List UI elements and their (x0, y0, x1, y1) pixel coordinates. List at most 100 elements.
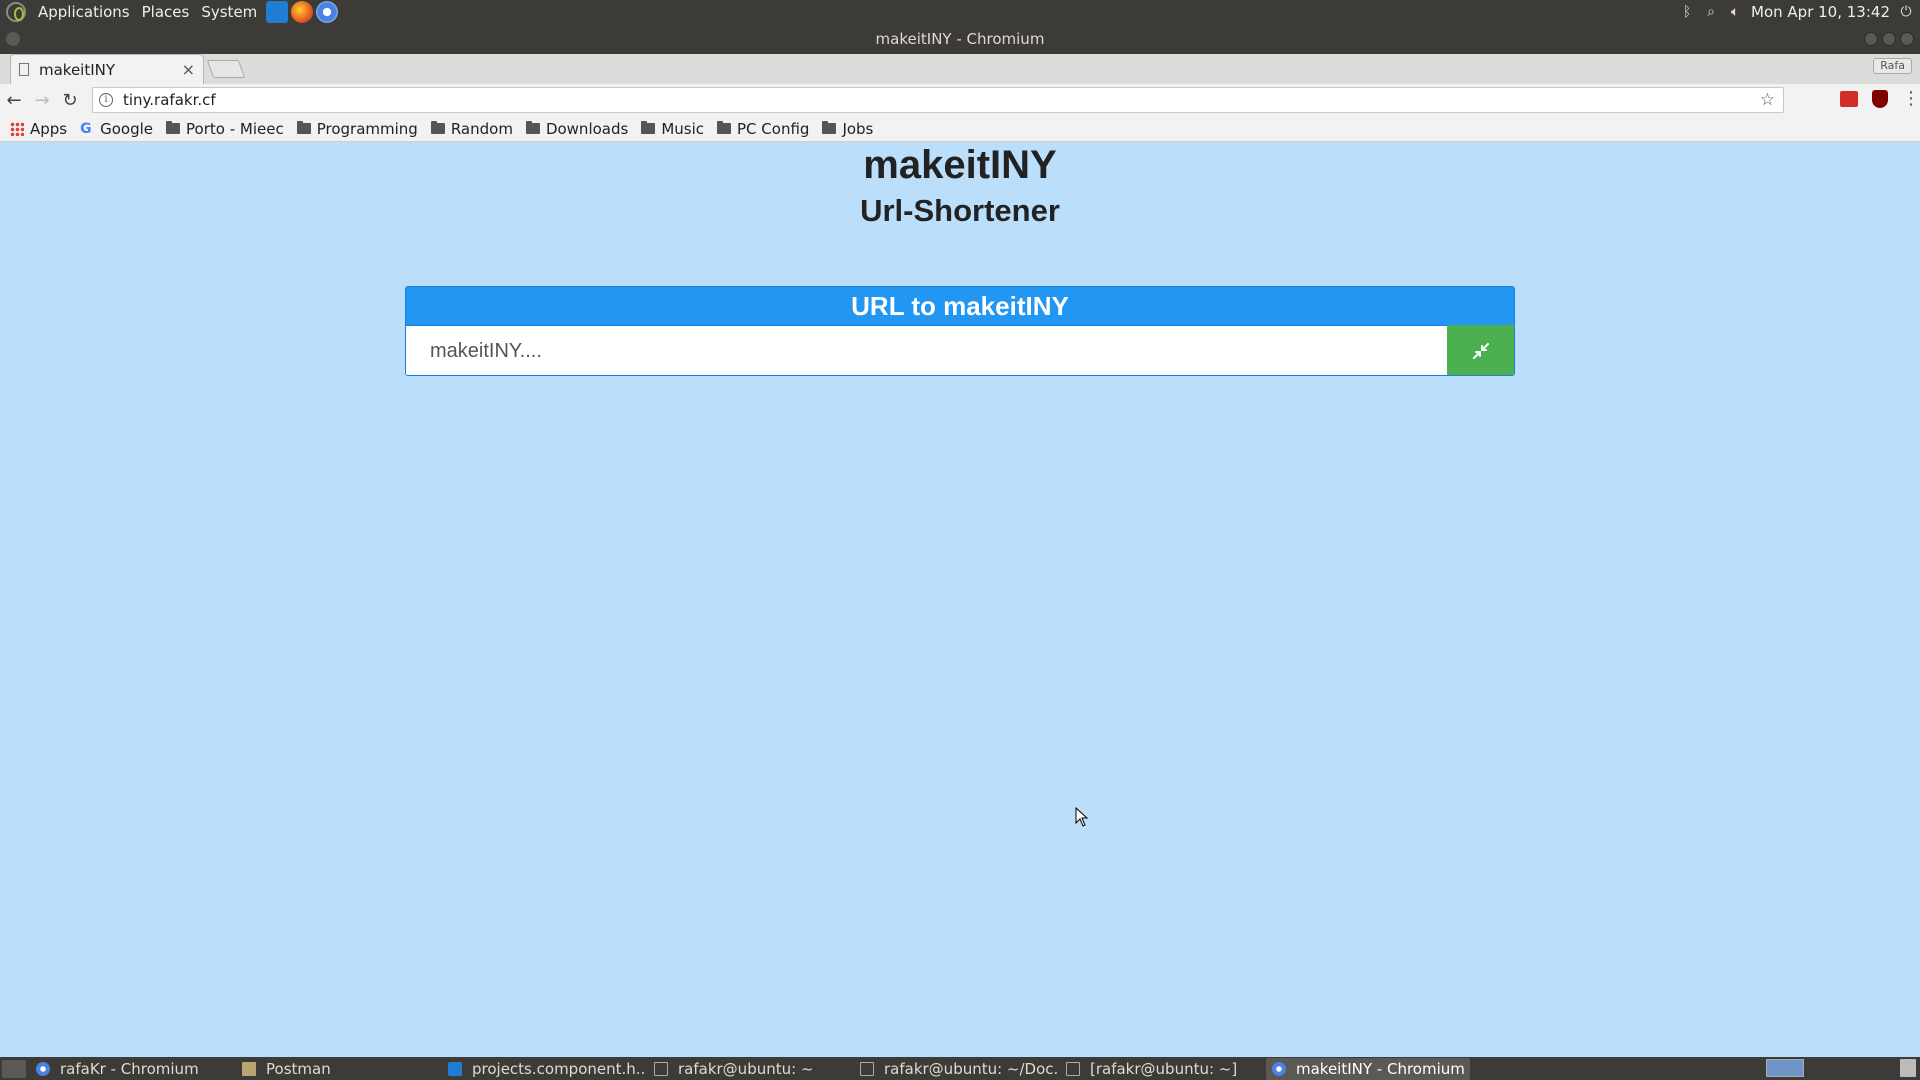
task-terminal-3[interactable]: [rafakr@ubuntu: ~] (1060, 1058, 1264, 1080)
close-window-icon[interactable] (1900, 32, 1914, 46)
bookmarks-bar: Apps G Google Porto - Mieec Programming R… (0, 116, 1920, 142)
task-vscode[interactable]: projects.component.h... (442, 1058, 646, 1080)
profile-button[interactable]: Rafa (1873, 58, 1912, 74)
google-icon: G (80, 120, 92, 137)
page-subtitle: Url-Shortener (860, 193, 1060, 228)
network-icon[interactable]: ⌕ (1703, 4, 1719, 20)
task-terminal-2[interactable]: rafakr@ubuntu: ~/Doc... (854, 1058, 1058, 1080)
firefox-launcher-icon[interactable] (291, 1, 314, 23)
panel-menu: Applications Places System (0, 0, 339, 24)
workspace-switcher[interactable] (1766, 1059, 1804, 1077)
taskbar: rafaKr - Chromium Postman projects.compo… (0, 1057, 1920, 1080)
terminal-icon (1066, 1061, 1080, 1076)
card-header: URL to makeitINY (406, 287, 1514, 325)
window-title: makeitINY - Chromium (875, 30, 1045, 48)
folder-icon (430, 121, 445, 134)
system-tray: ᛒ ⌕ 🔈︎ Mon Apr 10, 13:42 ⏻ (1679, 0, 1920, 24)
trash-icon[interactable] (1900, 1059, 1916, 1077)
clock[interactable]: Mon Apr 10, 13:42 (1751, 3, 1890, 21)
task-label: rafakr@ubuntu: ~/Doc... (884, 1059, 1058, 1078)
bookmark-folder-music[interactable]: Music (641, 120, 704, 138)
task-label: Postman (266, 1059, 331, 1078)
bookmark-star-icon[interactable]: ☆ (1760, 90, 1775, 110)
bookmark-google[interactable]: G Google (80, 120, 153, 138)
task-label: rafakr@ubuntu: ~ (678, 1059, 814, 1078)
vscode-icon (448, 1061, 462, 1076)
task-postman[interactable]: Postman (236, 1058, 440, 1080)
page-content: makeitINY Url-Shortener URL to makeitINY (0, 143, 1920, 1057)
mouse-cursor-icon (1075, 807, 1089, 827)
tab-title: makeitINY (39, 60, 116, 79)
page-icon (19, 63, 29, 76)
address-bar[interactable]: i tiny.rafakr.cf ☆ (92, 87, 1784, 113)
chromium-icon (1272, 1061, 1286, 1076)
task-label: rafaKr - Chromium (60, 1059, 199, 1078)
task-label: [rafakr@ubuntu: ~] (1090, 1059, 1238, 1078)
chromium-icon (36, 1061, 50, 1076)
url-input[interactable] (406, 325, 1448, 375)
extension-icons: ⋮ (1840, 88, 1920, 109)
minimize-icon[interactable] (1864, 32, 1878, 46)
task-chromium-rafakr[interactable]: rafaKr - Chromium (30, 1058, 234, 1080)
bookmark-folder-downloads[interactable]: Downloads (525, 119, 629, 138)
chromium-launcher-icon[interactable] (316, 1, 339, 23)
bookmark-label: Music (661, 119, 705, 138)
window-menu-icon[interactable] (6, 32, 20, 46)
top-panel: Applications Places System ᛒ ⌕ 🔈︎ Mon Ap… (0, 0, 1920, 24)
folder-icon (717, 121, 732, 134)
bookmark-apps[interactable]: Apps (10, 120, 67, 138)
volume-icon[interactable]: 🔈︎ (1727, 4, 1743, 20)
folder-icon (641, 121, 656, 134)
bookmark-label: Downloads (545, 119, 629, 138)
task-chromium-makeitiny[interactable]: makeitINY - Chromium (1266, 1057, 1470, 1080)
maximize-icon[interactable] (1882, 32, 1896, 46)
session-icon[interactable]: ⏻ (1898, 4, 1914, 20)
ubuntu-logo-icon (6, 2, 26, 22)
folder-icon (166, 121, 181, 134)
url-text[interactable]: tiny.rafakr.cf (123, 91, 216, 109)
bookmark-label: Programming (316, 119, 418, 138)
compress-icon (1472, 342, 1489, 359)
bookmark-folder-porto[interactable]: Porto - Mieec (166, 120, 284, 138)
new-tab-button[interactable] (206, 60, 246, 78)
task-label: makeitINY - Chromium (1296, 1059, 1465, 1078)
bookmark-label: PC Config (737, 119, 810, 138)
bookmark-label: Porto - Mieec (186, 119, 284, 138)
vscode-launcher-icon[interactable] (266, 1, 289, 23)
task-terminal-1[interactable]: rafakr@ubuntu: ~ (648, 1058, 852, 1080)
bookmark-label: Jobs (842, 119, 874, 138)
bookmark-label: Random (450, 119, 513, 138)
tab-close-icon[interactable]: × (182, 60, 195, 79)
terminal-icon (860, 1061, 874, 1076)
bookmark-folder-random[interactable]: Random (430, 119, 513, 138)
ublock-icon[interactable] (1872, 89, 1888, 108)
browser-toolbar: ← → ↻ i tiny.rafakr.cf ☆ ⋮ (0, 84, 1920, 116)
bluetooth-icon[interactable]: ᛒ (1679, 4, 1695, 20)
browser-menu-icon[interactable]: ⋮ (1902, 88, 1920, 109)
bookmark-folder-pc-config[interactable]: PC Config (717, 120, 809, 138)
forward-arrow-icon[interactable]: → (28, 86, 56, 114)
tab-makeitiny[interactable]: makeitINY × (10, 54, 204, 84)
folder-icon (296, 121, 311, 134)
bookmark-label: Apps (30, 119, 68, 138)
tab-strip: makeitINY × Rafa (0, 54, 1920, 84)
shorten-form: URL to makeitINY (405, 286, 1515, 376)
bookmark-folder-programming[interactable]: Programming (296, 119, 418, 138)
apps-grid-icon (10, 121, 24, 136)
window-controls (1864, 32, 1914, 46)
show-desktop-icon[interactable] (2, 1059, 26, 1078)
places-menu[interactable]: Places (136, 3, 196, 21)
lastpass-icon[interactable] (1840, 90, 1858, 107)
site-info-icon[interactable]: i (99, 93, 113, 107)
back-arrow-icon[interactable]: ← (0, 86, 28, 114)
page-title: makeitINY (863, 143, 1057, 187)
reload-icon[interactable]: ↻ (56, 86, 84, 114)
system-menu[interactable]: System (195, 3, 263, 21)
bookmark-folder-jobs[interactable]: Jobs (822, 120, 873, 138)
task-label: projects.component.h... (472, 1059, 646, 1078)
shorten-button[interactable] (1447, 325, 1514, 375)
bookmark-label: Google (100, 119, 154, 138)
applications-menu[interactable]: Applications (32, 3, 136, 21)
window-titlebar[interactable]: makeitINY - Chromium (0, 24, 1920, 54)
folder-icon (822, 121, 837, 134)
